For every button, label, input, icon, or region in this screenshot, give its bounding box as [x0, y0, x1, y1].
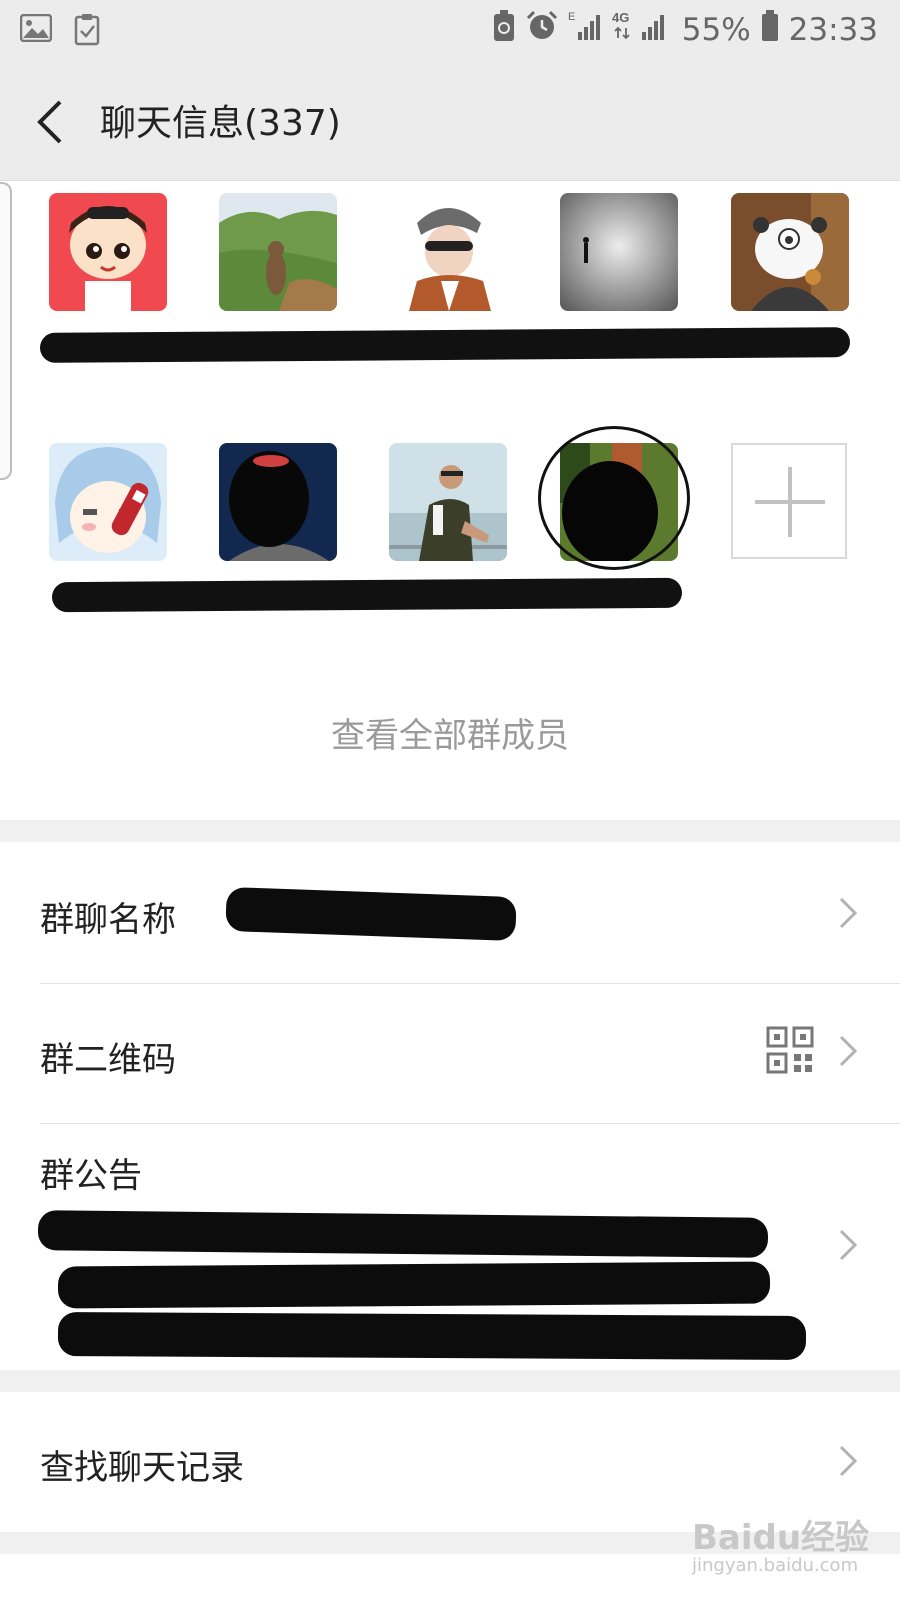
announcement-redacted-line [37, 1210, 769, 1258]
member-names-redacted [51, 577, 683, 613]
alarm-icon [526, 10, 558, 50]
member-avatar[interactable] [731, 193, 849, 311]
side-edge-handle[interactable] [0, 182, 12, 480]
man-seaside-image [389, 443, 507, 561]
member-avatar[interactable] [49, 443, 167, 561]
announcement-redacted-line [57, 1312, 807, 1360]
task-check-icon [74, 14, 100, 50]
group-announcement-row[interactable]: 群公告 [0, 1124, 900, 1368]
gallery-icon [19, 13, 53, 50]
member-avatar[interactable] [389, 193, 507, 311]
battery-icon [761, 10, 779, 50]
status-bar: E 4G 55% 23:33 [0, 0, 900, 62]
group-name-redacted [225, 886, 517, 942]
group-name-label: 群聊名称 [40, 900, 176, 940]
nav-header: 聊天信息(337) [0, 62, 900, 181]
watermark-url: jingyan.baidu.com [692, 1555, 859, 1576]
anime-girl-cola-image [49, 443, 167, 561]
signal-e-icon: E [568, 10, 602, 50]
highlight-circle-annotation [538, 426, 690, 570]
chevron-right-icon [838, 1228, 860, 1262]
man-sunglasses-image [389, 193, 507, 311]
redacted-dark-avatar-image [219, 443, 337, 561]
marmot-landscape-image [219, 193, 337, 311]
section-gap [0, 1370, 900, 1392]
back-arrow-icon[interactable] [30, 98, 70, 146]
member-avatar[interactable] [219, 193, 337, 311]
group-name-row[interactable]: 群聊名称 [0, 842, 900, 984]
member-names-redacted [39, 327, 851, 363]
group-qr-code-row[interactable]: 群二维码 [0, 984, 900, 1124]
member-avatar[interactable] [560, 193, 678, 311]
qr-code-icon [766, 1026, 814, 1078]
group-announcement-label: 群公告 [40, 1156, 142, 1196]
add-member-button[interactable] [731, 443, 847, 559]
member-avatar[interactable] [219, 443, 337, 561]
announcement-redacted-line [57, 1261, 771, 1309]
recycle-icon [492, 10, 516, 50]
group-qr-code-label: 群二维码 [40, 1040, 176, 1080]
battery-percent: 55% [681, 12, 751, 48]
network-type-e: E [568, 11, 575, 23]
chevron-right-icon [838, 1444, 860, 1478]
member-avatar[interactable] [389, 443, 507, 561]
network-type-4g: 4G [612, 10, 629, 25]
chevron-right-icon [838, 1034, 860, 1068]
clock-time: 23:33 [788, 12, 878, 48]
cartoon-boy-image [49, 193, 167, 311]
signal-4g-icon: 4G [612, 10, 672, 50]
figure-in-fog-image [560, 193, 678, 311]
search-chat-history-label: 查找聊天记录 [40, 1448, 244, 1488]
watermark-brand: Baidu经验 [692, 1518, 870, 1558]
page-title: 聊天信息(337) [100, 103, 341, 144]
baidu-watermark: Baidu经验 jingyan.baidu.com [692, 1510, 869, 1576]
panda-cookie-image [731, 193, 849, 311]
view-all-members-link[interactable]: 查看全部群成员 [0, 708, 900, 757]
chevron-right-icon [838, 896, 860, 930]
section-gap [0, 820, 900, 842]
member-avatar[interactable] [49, 193, 167, 311]
